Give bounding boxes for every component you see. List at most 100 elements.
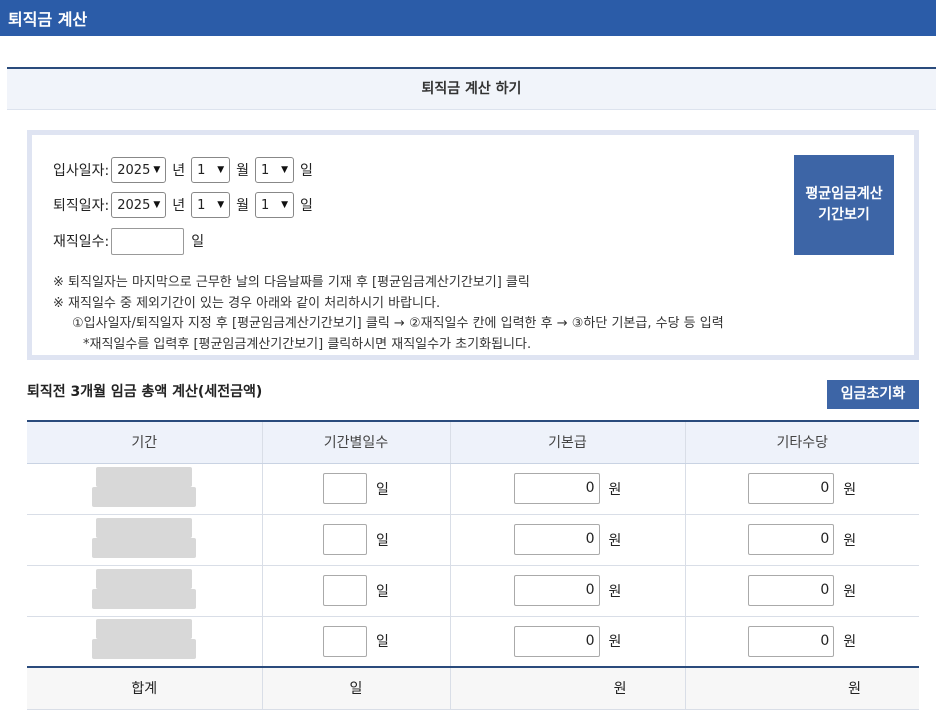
other-allowance-cell: 0원 [685, 463, 919, 515]
join-date-label: 입사일자: [53, 163, 110, 179]
won-unit-label: 원 [608, 532, 622, 549]
redacted-period [92, 517, 197, 558]
basic-pay-cell: 0원 [450, 616, 686, 668]
redacted-period [92, 619, 197, 660]
leave-day-value: 1 [261, 197, 270, 213]
table-row: 일 0원 0원 [27, 616, 919, 668]
average-wage-button-line2: 기간보기 [818, 207, 870, 223]
leave-year-select[interactable]: 2025 ▼ [111, 192, 167, 218]
column-header-basic-pay: 기본급 [450, 420, 686, 464]
table-header-row: 기간 기간별일수 기본급 기타수당 [27, 420, 919, 464]
total-days: 일 [262, 666, 451, 710]
note-line: ①입사일자/퇴직일자 지정 후 [평균임금계산기간보기] 클릭 → ②재직일수 … [72, 316, 724, 331]
basic-pay-input[interactable]: 0 [513, 625, 600, 657]
wage-table: 기간 기간별일수 기본급 기타수당 일 0원 0원 일 0원 0원 일 0원 0… [27, 420, 919, 710]
leave-day-select[interactable]: 1 ▼ [255, 192, 295, 218]
section-header: 퇴직금 계산 하기 [7, 67, 936, 110]
other-allowance-input[interactable]: 0 [748, 575, 835, 606]
table-row: 일 0원 0원 [27, 463, 919, 515]
basic-pay-input[interactable]: 0 [513, 524, 600, 555]
day-unit-label: 일 [376, 634, 389, 651]
won-unit-label: 원 [608, 583, 622, 600]
month-unit-label: 월 [236, 198, 250, 214]
day-unit-label: 일 [376, 583, 389, 600]
period-days-input[interactable] [323, 524, 368, 555]
join-month-select[interactable]: 1 ▼ [191, 157, 231, 183]
page-title: 퇴직금 계산 [8, 10, 88, 29]
chevron-down-icon: ▼ [281, 200, 289, 210]
join-day-value: 1 [261, 162, 270, 178]
total-label: 합계 [27, 666, 263, 710]
column-header-other-allowance: 기타수당 [685, 420, 919, 464]
chevron-down-icon: ▼ [153, 200, 161, 210]
total-row: 합계 일 원 원 [27, 666, 919, 710]
year-unit-label: 년 [172, 198, 186, 214]
won-unit-label: 원 [843, 634, 857, 651]
other-allowance-input[interactable]: 0 [748, 473, 835, 504]
join-date-row: 입사일자: 2025 ▼ 년 1 ▼ 월 1 ▼ 일 [53, 157, 319, 183]
leave-date-label: 퇴직일자: [53, 198, 110, 214]
average-wage-button-line1: 평균임금계산 [805, 186, 883, 202]
table-row: 일 0원 0원 [27, 514, 919, 566]
period-cell [27, 463, 263, 515]
day-unit-label: 일 [300, 163, 313, 179]
other-allowance-cell: 0원 [685, 514, 919, 566]
other-allowance-input[interactable]: 0 [748, 524, 835, 555]
period-days-input[interactable] [323, 575, 368, 606]
average-wage-period-button[interactable]: 평균임금계산 기간보기 [794, 155, 894, 255]
note-line: *재직일수를 입력후 [평균임금계산기간보기] 클릭하시면 재직일수가 초기화됩… [83, 336, 532, 352]
days-cell: 일 [262, 514, 451, 566]
section-title: 퇴직금 계산 하기 [421, 81, 522, 97]
other-allowance-cell: 0원 [685, 565, 919, 617]
day-unit-label: 일 [300, 198, 313, 214]
period-days-input[interactable] [323, 625, 368, 657]
day-unit-label: 일 [376, 481, 389, 498]
redacted-period [92, 466, 197, 507]
app-header: 퇴직금 계산 [0, 0, 936, 36]
leave-date-row: 퇴직일자: 2025 ▼ 년 1 ▼ 월 1 ▼ 일 [53, 192, 319, 218]
other-allowance-input[interactable]: 0 [748, 625, 835, 657]
leave-year-value: 2025 [117, 197, 151, 213]
date-input-panel: 입사일자: 2025 ▼ 년 1 ▼ 월 1 ▼ 일 퇴직일자: 2025 ▼ 년 1 ▼… [27, 130, 919, 360]
total-other-allowance: 원 [685, 666, 919, 710]
chevron-down-icon: ▼ [217, 165, 225, 175]
basic-pay-input[interactable]: 0 [513, 575, 600, 606]
table-row: 일 0원 0원 [27, 565, 919, 617]
service-days-row: 재직일수: 일 [53, 227, 210, 255]
service-days-label: 재직일수: [53, 234, 110, 250]
won-unit-label: 원 [843, 481, 857, 498]
won-unit-label: 원 [608, 481, 622, 498]
join-year-value: 2025 [117, 162, 151, 178]
column-header-period: 기간 [27, 420, 263, 464]
redacted-period [92, 568, 197, 609]
basic-pay-cell: 0원 [450, 463, 686, 515]
year-unit-label: 년 [172, 163, 186, 179]
period-cell [27, 565, 263, 617]
note-line: ※ 퇴직일자는 마지막으로 근무한 날의 다음날짜를 기재 후 [평균임금계산기… [53, 275, 530, 290]
note-line: ※ 재직일수 중 제외기간이 있는 경우 아래와 같이 처리하시기 바랍니다. [53, 295, 441, 311]
won-unit-label: 원 [843, 532, 857, 549]
basic-pay-input[interactable]: 0 [513, 473, 600, 504]
column-header-days: 기간별일수 [262, 420, 451, 464]
chevron-down-icon: ▼ [281, 165, 289, 175]
days-cell: 일 [262, 463, 451, 515]
day-unit-label: 일 [376, 532, 389, 549]
basic-pay-cell: 0원 [450, 514, 686, 566]
days-cell: 일 [262, 616, 451, 668]
won-unit-label: 원 [608, 634, 622, 651]
other-allowance-cell: 0원 [685, 616, 919, 668]
total-basic-pay: 원 [450, 666, 686, 710]
service-days-input[interactable] [111, 227, 185, 255]
join-year-select[interactable]: 2025 ▼ [111, 157, 167, 183]
period-cell [27, 514, 263, 566]
won-unit-label: 원 [843, 583, 857, 600]
leave-month-select[interactable]: 1 ▼ [191, 192, 231, 218]
chevron-down-icon: ▼ [153, 165, 161, 175]
period-days-input[interactable] [323, 473, 368, 504]
days-cell: 일 [262, 565, 451, 617]
reset-wage-button[interactable]: 임금초기화 [827, 380, 919, 409]
instruction-notes: ※ 퇴직일자는 마지막으로 근무한 날의 다음날짜를 기재 후 [평균임금계산기… [53, 273, 724, 355]
join-day-select[interactable]: 1 ▼ [255, 157, 295, 183]
basic-pay-cell: 0원 [450, 565, 686, 617]
wage-section-title: 퇴직전 3개월 임금 총액 계산(세전금액) [27, 384, 263, 400]
